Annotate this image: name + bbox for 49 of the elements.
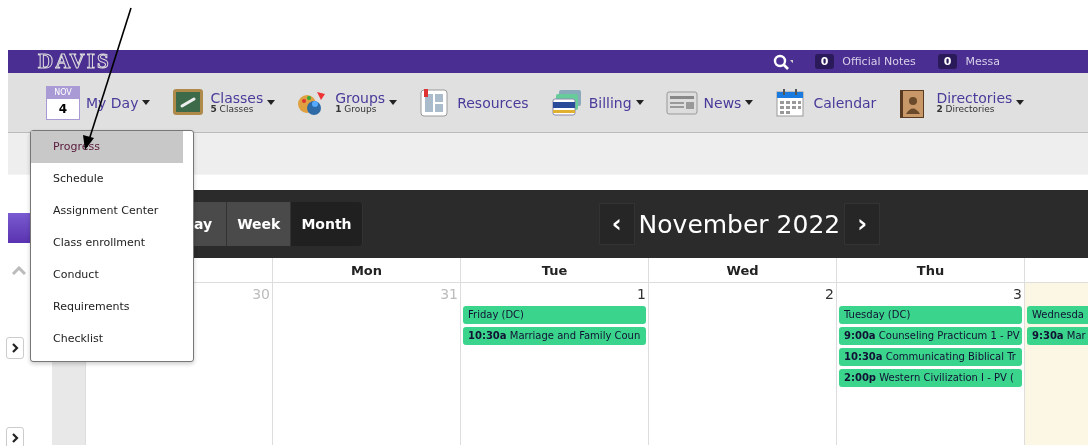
nav-menu-item[interactable]: Resources <box>419 87 529 118</box>
calendar-event[interactable]: 10:30a Communicating Biblical Tr <box>839 348 1022 366</box>
day-number: 2 <box>825 286 834 303</box>
menu-item[interactable]: Schedule <box>31 163 183 195</box>
nav-menu-item[interactable]: News <box>665 87 754 118</box>
nav-menu-item[interactable]: Billing <box>550 87 644 118</box>
previous-button[interactable]: ‹ <box>598 203 635 245</box>
day-number: 30 <box>252 286 270 303</box>
logo-text[interactable]: DAVIS <box>38 50 111 73</box>
nav-menu-item[interactable]: Directories 2 Directories <box>898 87 1025 118</box>
notification-count: 0 <box>937 54 958 69</box>
credit-cards-icon <box>550 87 583 118</box>
calendar-event[interactable]: Tuesday (DC) <box>839 306 1022 324</box>
date-icon: NOV 4 <box>46 85 80 120</box>
nav-menu-item[interactable]: Classes 5 Classes <box>172 87 276 118</box>
menu-item[interactable]: Conduct <box>31 259 183 291</box>
calendar-event[interactable]: 10:30a Marriage and Family Coun <box>463 327 646 345</box>
nav-menu-item[interactable]: Calendar <box>775 87 877 118</box>
calendar-event[interactable]: 2:00p Western Civilization I - PV ( <box>839 369 1022 387</box>
column-header: Mon <box>273 258 461 283</box>
notices-link[interactable]: Official Notes <box>842 55 916 68</box>
calendar-event[interactable]: Wednesda <box>1027 306 1088 324</box>
day-number: 1 <box>637 286 646 303</box>
expand-button[interactable] <box>6 337 24 359</box>
notices-link[interactable]: Messa <box>965 55 1000 68</box>
menu-item[interactable]: Assignment Center <box>31 195 183 227</box>
day-number: 3 <box>1013 286 1022 303</box>
calendar-event[interactable]: 9:00a Counseling Practicum 1 - PV <box>839 327 1022 345</box>
chevron-right-icon <box>11 343 19 353</box>
calendar-event[interactable]: 9:30a Mar <box>1027 327 1088 345</box>
column-header: Tue <box>461 258 649 283</box>
search-icon <box>772 53 793 70</box>
expand-button[interactable] <box>6 427 24 446</box>
menu-item[interactable]: Class enrollment <box>31 227 183 259</box>
menu-item[interactable]: Requirements <box>31 291 183 323</box>
day-number: 31 <box>440 286 458 303</box>
next-button[interactable]: › <box>844 203 881 245</box>
chalkboard-icon <box>172 87 205 118</box>
menu-item[interactable]: Progress <box>31 131 183 163</box>
nav-menu-item[interactable]: Groups 1 Groups <box>297 87 398 118</box>
chevron-right-icon <box>11 433 19 443</box>
calendar-title: November 2022 <box>638 209 841 239</box>
calendar-event[interactable]: Friday (DC) <box>463 306 646 324</box>
view-tab[interactable]: Week <box>227 202 292 246</box>
view-tab[interactable]: Month <box>291 202 363 246</box>
column-header: Wed <box>649 258 837 283</box>
column-header: Thu <box>837 258 1025 283</box>
menu-item[interactable]: Checklist <box>31 323 183 355</box>
notification-count: 0 <box>814 54 835 69</box>
